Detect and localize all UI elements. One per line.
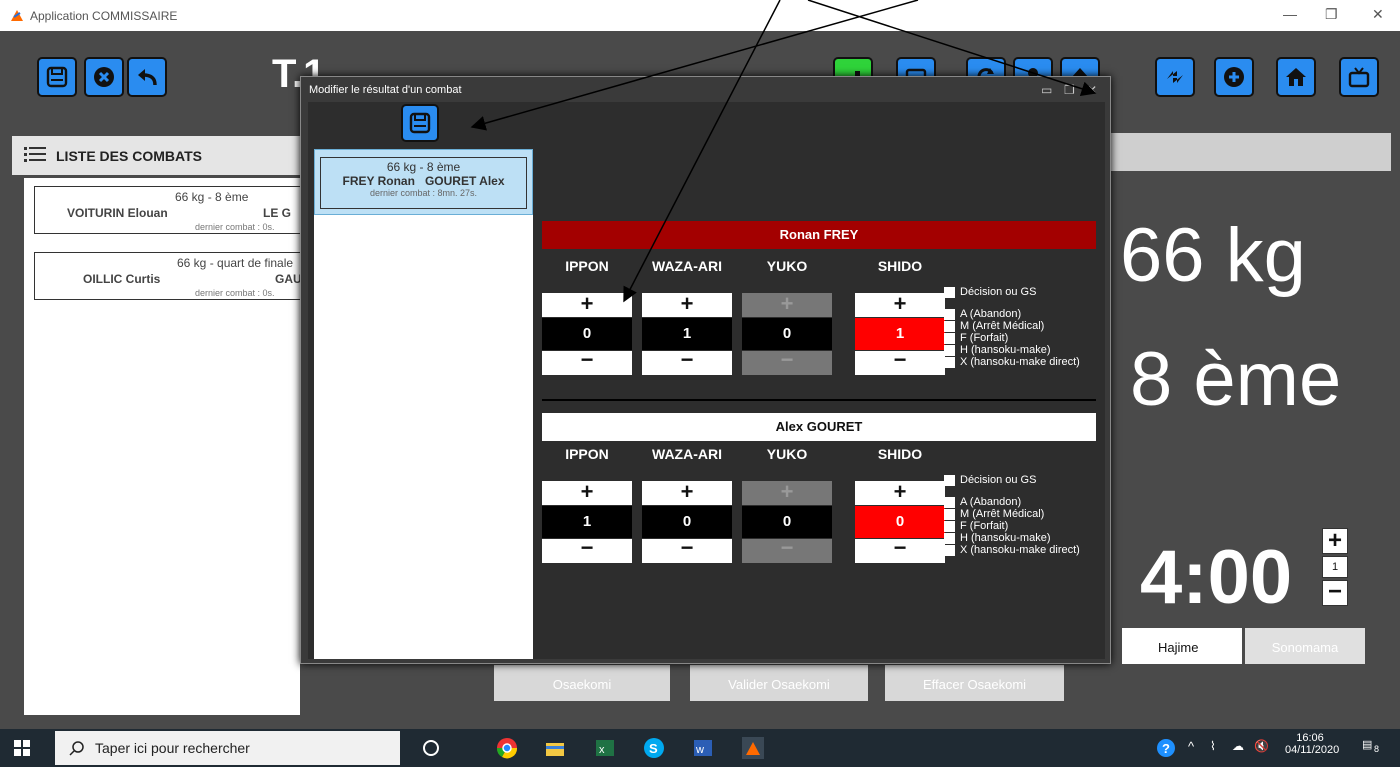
- notification-count: 8: [1374, 744, 1380, 754]
- file-explorer-icon[interactable]: [544, 737, 566, 759]
- taskbar: Taper ici pour rechercher x S w ? ^ ⌇ ☁ …: [0, 729, 1400, 767]
- svg-text:S: S: [649, 741, 658, 756]
- chrome-icon[interactable]: [496, 737, 518, 759]
- svg-text:x: x: [599, 744, 605, 756]
- clock-date: 04/11/2020: [1285, 744, 1340, 756]
- search-icon: [69, 741, 84, 756]
- clock-time: 16:06: [1296, 732, 1324, 744]
- annotation-arrows: [470, 0, 1097, 303]
- commissaire-app-icon[interactable]: [742, 737, 764, 759]
- arrow-to-close: [807, 0, 1097, 96]
- notifications-icon[interactable]: ▤ 8: [1362, 738, 1384, 758]
- taskbar-search[interactable]: Taper ici pour rechercher: [55, 731, 400, 765]
- clock[interactable]: 16:06 04/11/2020: [1285, 732, 1340, 756]
- chevron-up-icon[interactable]: ^: [1188, 739, 1194, 754]
- arrow-to-save: [470, 0, 919, 131]
- svg-text:?: ?: [1162, 741, 1170, 756]
- windows-start-icon[interactable]: [14, 740, 30, 756]
- network-icon[interactable]: ⌇: [1210, 739, 1216, 753]
- search-placeholder: Taper ici pour rechercher: [95, 740, 250, 756]
- svg-text:w: w: [695, 744, 704, 756]
- help-icon[interactable]: ?: [1155, 737, 1177, 759]
- onedrive-icon[interactable]: ☁: [1232, 739, 1244, 753]
- arrow-to-ippon-plus: [623, 0, 781, 303]
- word-icon[interactable]: w: [692, 737, 714, 759]
- volume-muted-icon[interactable]: 🔇: [1254, 739, 1269, 753]
- cortana-icon[interactable]: [420, 737, 442, 759]
- app-root: Application COMMISSAIRE — ❐ ✕ T.1 LISTE …: [0, 0, 1400, 767]
- skype-icon[interactable]: S: [643, 737, 665, 759]
- excel-icon[interactable]: x: [594, 737, 616, 759]
